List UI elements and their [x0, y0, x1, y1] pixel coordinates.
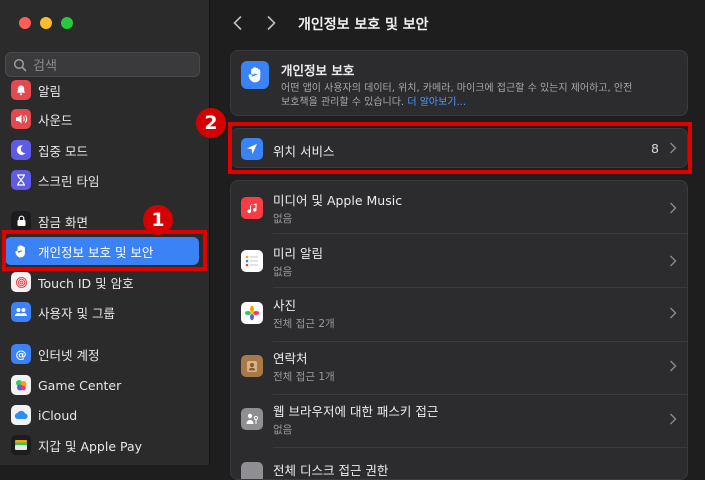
chevron-right-icon — [670, 307, 677, 319]
sidebar-item-screen-time[interactable]: 스크린 타임 — [5, 166, 199, 194]
privacy-header-desc-2: 보호책을 관리할 수 있습니다. — [281, 97, 405, 108]
sidebar-item-wallet[interactable]: 지갑 및 Apple Pay — [5, 431, 199, 459]
sidebar-item-focus[interactable]: 집중 모드 — [5, 136, 199, 164]
sidebar-item-touch-id[interactable]: Touch ID 및 암호 — [5, 268, 199, 296]
sidebar-item-icloud[interactable]: iCloud — [5, 401, 199, 429]
forward-button[interactable] — [262, 13, 280, 33]
fingerprint-icon — [11, 272, 31, 292]
permissions-list-card: 미디어 및 Apple Music 없음 미리 알림 없음 사진 전체 접근 2… — [230, 180, 688, 480]
photos-icon — [241, 302, 263, 324]
chevron-right-icon — [670, 413, 677, 425]
hand-icon — [241, 61, 269, 89]
privacy-header-desc-1: 어떤 앱이 사용자의 데이터, 위치, 카메라, 마이크에 접근할 수 있는지 … — [281, 83, 633, 94]
close-window-button[interactable] — [19, 17, 31, 29]
sidebar-item-notifications[interactable]: 알림 — [5, 76, 199, 104]
list-item-passkey-access[interactable]: 웹 브라우저에 대한 패스키 접근 없음 — [231, 394, 687, 444]
list-item-media-apple-music[interactable]: 미디어 및 Apple Music 없음 — [231, 183, 687, 233]
divider — [273, 233, 687, 234]
chevron-left-icon — [232, 16, 241, 30]
wallet-icon — [11, 435, 31, 455]
chevron-right-icon — [670, 255, 677, 267]
reminders-icon — [241, 250, 263, 272]
cloud-icon — [11, 405, 31, 425]
minimize-window-button[interactable] — [40, 17, 52, 29]
moon-icon — [11, 140, 31, 160]
annotation-highlight-1 — [2, 230, 207, 271]
annotation-badge-1: 1 — [143, 205, 173, 235]
privacy-header-card: 개인정보 보호 어떤 앱이 사용자의 데이터, 위치, 카메라, 마이크에 접근… — [230, 50, 688, 116]
search-placeholder: 검색 — [33, 59, 57, 74]
sidebar-item-game-center[interactable]: Game Center — [5, 371, 199, 399]
back-button[interactable] — [228, 13, 246, 33]
hourglass-icon — [11, 170, 31, 190]
learn-more-link[interactable]: 더 알아보기... — [407, 97, 466, 108]
game-center-icon — [11, 375, 31, 395]
list-item-contacts[interactable]: 연락처 전체 접근 1개 — [231, 341, 687, 391]
annotation-badge-2: 2 — [196, 108, 226, 138]
sidebar-item-internet-accounts[interactable]: @ 인터넷 계정 — [5, 340, 199, 368]
zoom-window-button[interactable] — [61, 17, 73, 29]
main-pane: 개인정보 보호 및 보안 개인정보 보호 어떤 앱이 사용자의 데이터, 위치,… — [196, 0, 705, 480]
sidebar-item-sound[interactable]: 사운드 — [5, 105, 199, 133]
annotation-highlight-2 — [228, 122, 692, 174]
chevron-right-icon — [267, 16, 276, 30]
users-icon — [11, 302, 31, 322]
chevron-right-icon — [670, 202, 677, 214]
list-item-reminders[interactable]: 미리 알림 없음 — [231, 236, 687, 286]
search-icon — [13, 58, 27, 71]
passkey-icon — [241, 408, 263, 430]
lock-icon — [11, 211, 31, 231]
window-controls — [19, 17, 73, 29]
list-item-full-disk-access[interactable]: 전체 디스크 접근 권한 — [231, 448, 687, 479]
contacts-icon — [241, 355, 263, 377]
page-title: 개인정보 보호 및 보안 — [298, 17, 429, 33]
chevron-right-icon — [670, 360, 677, 372]
list-item-photos[interactable]: 사진 전체 접근 2개 — [231, 288, 687, 338]
toolbar: 개인정보 보호 및 보안 — [210, 0, 705, 46]
bell-icon — [11, 80, 31, 100]
music-icon — [241, 197, 263, 219]
speaker-icon — [11, 109, 31, 129]
privacy-header-title: 개인정보 보호 — [281, 63, 355, 78]
at-icon: @ — [11, 344, 31, 364]
search-input[interactable]: 검색 — [5, 52, 200, 77]
sidebar-item-users-groups[interactable]: 사용자 및 그룹 — [5, 298, 199, 326]
